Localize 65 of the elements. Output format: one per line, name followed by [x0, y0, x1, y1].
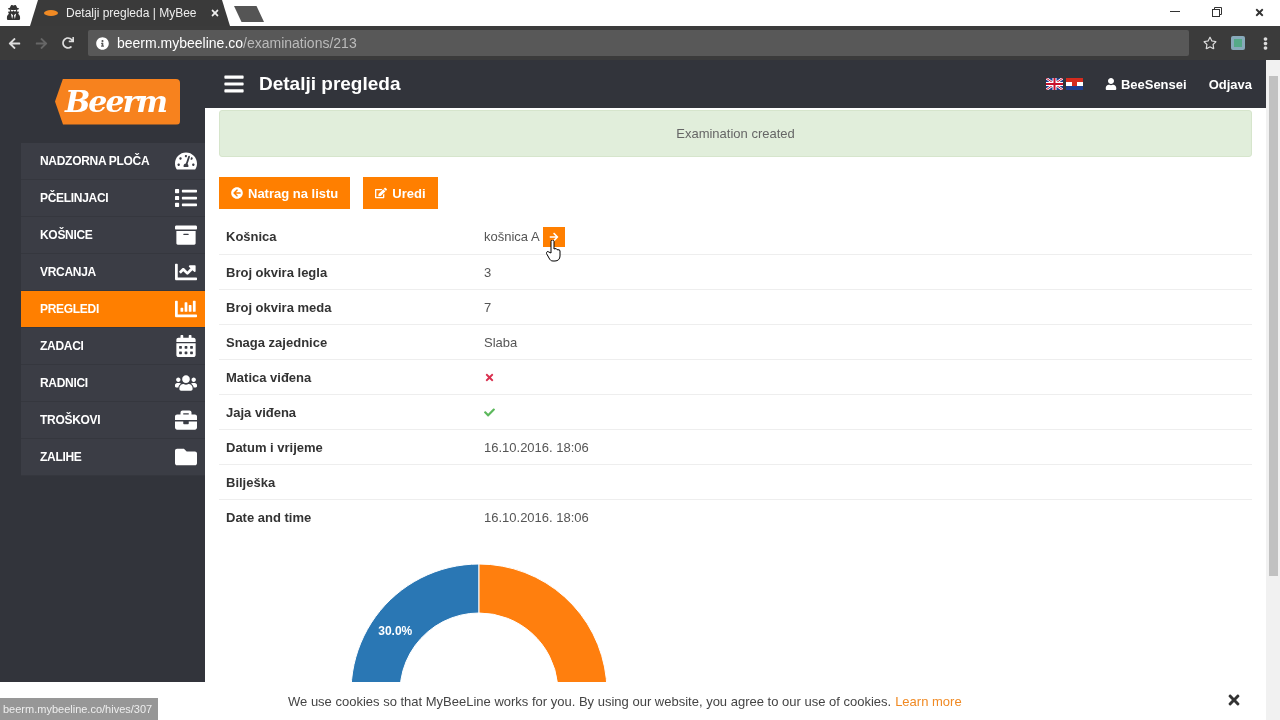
user-link[interactable]: BeeSensei [1104, 76, 1187, 92]
detail-label: Broj okvira meda [226, 299, 333, 315]
sidebar-item[interactable]: ZALIHE [21, 439, 205, 476]
detail-value: Slaba [484, 334, 518, 350]
success-alert: Examination created [219, 110, 1252, 157]
arrow-left-icon [231, 187, 243, 199]
menu-item-icon [175, 446, 197, 468]
browser-tab[interactable]: Detalji pregleda | MyBee [30, 0, 230, 26]
menu-item-icon [175, 224, 197, 246]
detail-label: Datum i vrijeme [226, 439, 324, 455]
cookie-text: We use cookies so that MyBeeLine works for you. By using our website, you agree to our use of cookies. [288, 693, 892, 709]
detail-label: Košnica [226, 229, 278, 244]
close-icon[interactable] [1226, 692, 1242, 708]
detail-value: 7 [484, 299, 492, 315]
sidebar-item[interactable]: KOŠNICE [21, 217, 205, 254]
logo: Beerm [55, 78, 181, 125]
edit-icon [375, 187, 388, 199]
menu-icon[interactable] [223, 73, 245, 95]
detail-label: Bilješka [226, 474, 277, 490]
menu-item-icon [175, 335, 197, 357]
reload-icon[interactable] [62, 37, 74, 49]
detail-label: Matica viđena [226, 369, 313, 385]
menu-item-icon [175, 372, 197, 394]
menu-item-icon [175, 298, 197, 320]
detail-value: 16.10.2016. 18:06 [484, 439, 589, 455]
star-icon[interactable] [1203, 36, 1217, 50]
new-tab-button[interactable] [234, 6, 264, 22]
back-icon[interactable] [8, 36, 21, 50]
address-field[interactable]: beerm.mybeeline.co/examinations/213 [88, 30, 1189, 56]
incognito-icon [6, 5, 21, 20]
detail-label: Jaja viđena [226, 404, 298, 420]
minimize-icon [1170, 11, 1180, 13]
url-text: beerm.mybeeline.co/examinations/213 [117, 35, 357, 51]
sidebar-item[interactable]: TROŠKOVI [21, 402, 205, 439]
scrollbar[interactable] [1266, 60, 1280, 720]
open-button[interactable] [542, 226, 565, 247]
restore-icon [1212, 7, 1222, 17]
menu-item-icon [175, 187, 197, 209]
favicon-icon [44, 10, 58, 16]
menu-item-icon [175, 150, 197, 172]
hand-cursor-icon [546, 240, 562, 262]
detail-label: Date and time [226, 509, 313, 525]
sidebar-item[interactable]: ZADACI [21, 328, 205, 365]
info-icon [96, 36, 109, 50]
croatia-flag-icon[interactable] [1065, 78, 1083, 90]
sidebar-item[interactable]: PČELINJACI [21, 180, 205, 217]
user-icon [1104, 78, 1117, 90]
logout-link[interactable]: Odjava [1208, 76, 1252, 92]
status-url: beerm.mybeeline.co/hives/307 [0, 698, 159, 720]
uk-flag-icon[interactable] [1045, 78, 1063, 90]
detail-value: 3 [484, 264, 492, 280]
close-icon [1253, 6, 1265, 18]
close-icon[interactable] [210, 8, 220, 18]
tab-title: Detalji pregleda | MyBee [66, 6, 198, 20]
arrow-right-icon [548, 231, 559, 242]
detail-value: 16.10.2016. 18:06 [484, 509, 589, 525]
detail-label: Snaga zajednice [226, 334, 329, 350]
detail-value: košnica A [484, 229, 540, 244]
menu-item-icon [175, 409, 197, 431]
menu-item-icon [175, 261, 197, 283]
detail-label: Broj okvira legla [226, 264, 329, 280]
page-title: Detalji pregleda [259, 73, 402, 95]
slice-label: 30.0% [378, 624, 413, 639]
sidebar-item[interactable]: RADNICI [21, 365, 205, 402]
sidebar-item[interactable]: NADZORNA PLOČA [21, 143, 205, 180]
